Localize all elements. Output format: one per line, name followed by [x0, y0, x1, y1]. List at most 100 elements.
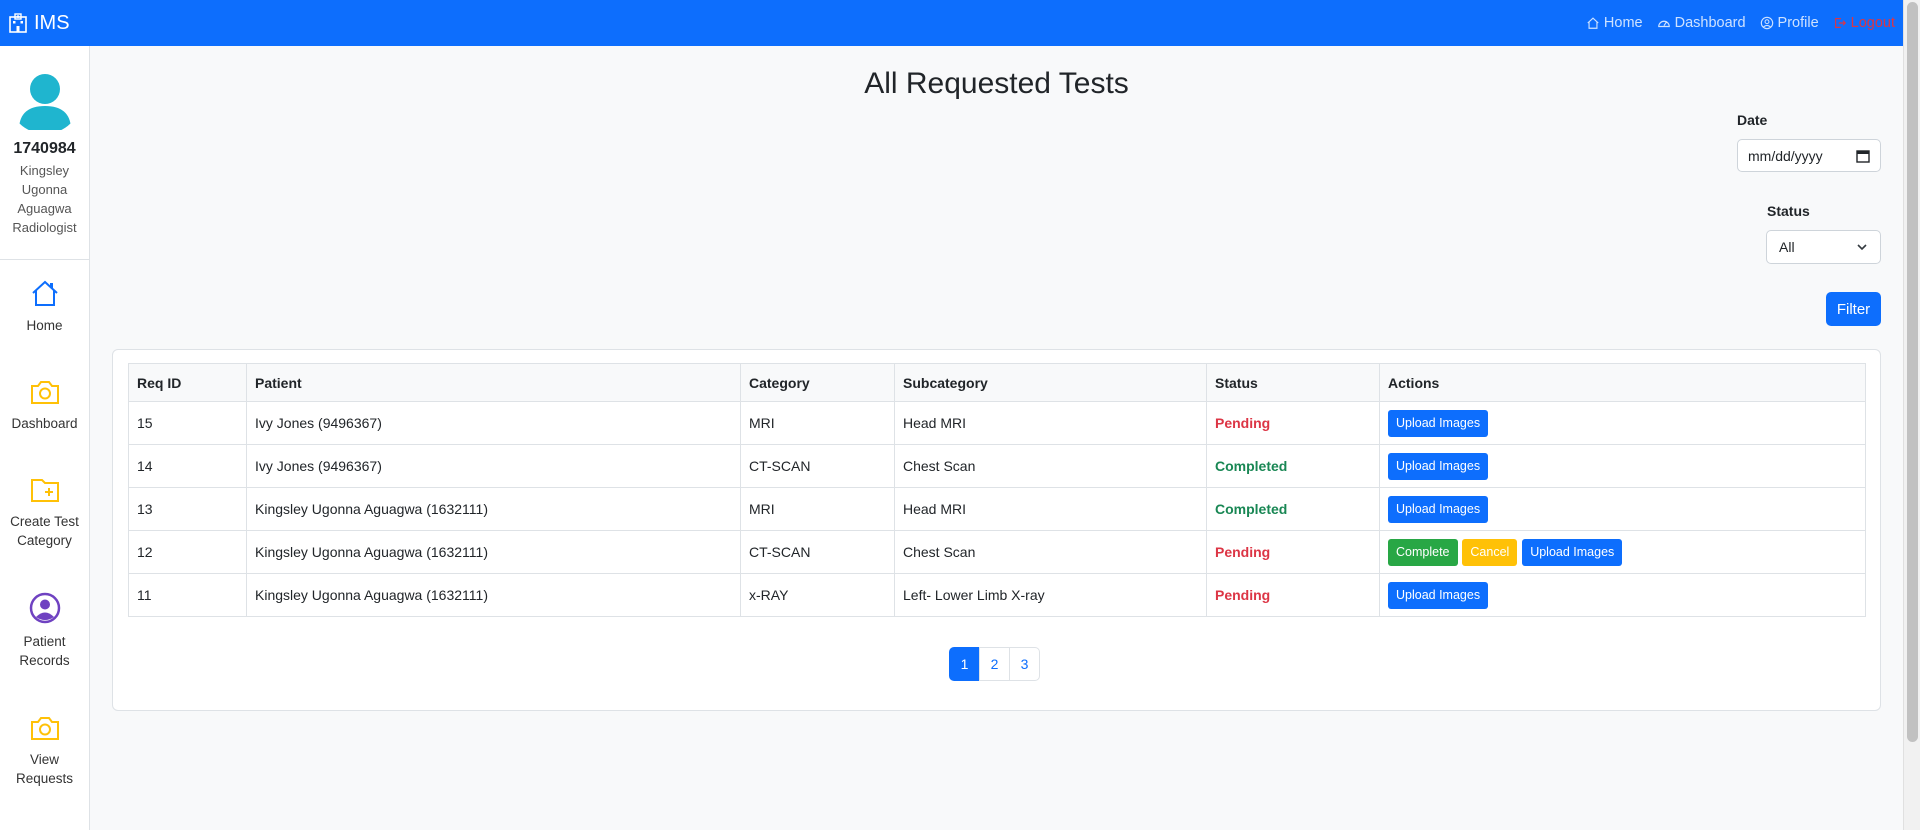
page-2-button[interactable]: 2: [979, 647, 1010, 681]
patient-cell: Kingsley Ugonna Aguagwa (1632111): [246, 530, 741, 574]
upload-images-button[interactable]: Upload Images: [1388, 581, 1489, 609]
complete-button[interactable]: Complete: [1388, 538, 1458, 566]
sidebar-item-label: Dashboard: [11, 416, 78, 431]
user-id: 1740984: [13, 140, 76, 157]
pagination: 1 2 3: [949, 647, 1040, 681]
status-cell: Pending: [1206, 401, 1380, 445]
person-circle-icon: [29, 592, 60, 624]
sidebar-item-view-requests[interactable]: View Requests: [0, 714, 89, 788]
requests-card: Req ID Patient Category Subcategory Stat…: [112, 349, 1881, 711]
brand-name: IMS: [34, 11, 70, 34]
req-id-cell: 13: [128, 487, 247, 531]
table-row: 15 Ivy Jones (9496367) MRI Head MRI Pend…: [128, 401, 1866, 445]
page-title: All Requested Tests: [864, 67, 1129, 100]
nav-logout-link[interactable]: Logout: [1833, 15, 1895, 31]
subcategory-cell: Chest Scan: [894, 530, 1207, 574]
table-header-row: Req ID Patient Category Subcategory Stat…: [128, 363, 1866, 402]
sidebar-item-patient-records[interactable]: Patient Records: [0, 592, 89, 670]
nav-home-link[interactable]: Home: [1586, 15, 1643, 31]
nav-home-label: Home: [1603, 15, 1643, 31]
req-id-cell: 14: [128, 444, 247, 488]
category-cell: CT-SCAN: [740, 444, 895, 488]
status-cell: Pending: [1206, 573, 1380, 617]
status-cell: Completed: [1206, 444, 1380, 488]
sidebar-item-label: Patient Records: [19, 634, 70, 668]
status-cell: Completed: [1206, 487, 1380, 531]
category-cell: MRI: [740, 401, 895, 445]
actions-cell: Upload Images: [1379, 401, 1866, 445]
chevron-down-icon: [1857, 244, 1867, 251]
actions-cell: Upload Images: [1379, 487, 1866, 531]
sidebar-item-label: Home: [26, 318, 63, 333]
cancel-button[interactable]: Cancel: [1462, 538, 1518, 566]
subcategory-cell: Head MRI: [894, 487, 1207, 531]
table-row: 11 Kingsley Ugonna Aguagwa (1632111) x-R…: [128, 573, 1866, 617]
sidebar-item-label: View Requests: [15, 752, 74, 786]
filter-button[interactable]: Filter: [1826, 292, 1881, 326]
upload-images-button[interactable]: Upload Images: [1388, 452, 1489, 480]
req-id-cell: 11: [128, 573, 247, 617]
column-header: Actions: [1379, 363, 1866, 402]
req-id-cell: 15: [128, 401, 247, 445]
upload-images-button[interactable]: Upload Images: [1388, 495, 1489, 523]
house-icon: [1587, 17, 1599, 29]
subcategory-cell: Head MRI: [894, 401, 1207, 445]
upload-images-button[interactable]: Upload Images: [1522, 538, 1623, 566]
sidebar-item-label: Create Test Category: [10, 514, 79, 548]
column-header: Status: [1206, 363, 1380, 402]
nav-dashboard-link[interactable]: Dashboard: [1657, 15, 1746, 31]
status-select-value: All: [1779, 239, 1795, 255]
nav-logout-label: Logout: [1850, 15, 1895, 31]
status-select[interactable]: All: [1766, 230, 1881, 264]
status-cell: Pending: [1206, 530, 1380, 574]
user-name: Kingsley Ugonna Aguagwa: [17, 163, 72, 216]
person-circle-icon: [1760, 16, 1773, 30]
status-label: Status: [1767, 203, 1810, 219]
user-avatar-icon: [18, 74, 71, 130]
actions-cell: Upload Images: [1379, 573, 1866, 617]
scrollbar-thumb[interactable]: [1907, 2, 1918, 742]
table-row: 14 Ivy Jones (9496367) CT-SCAN Chest Sca…: [128, 444, 1866, 488]
house-icon: [31, 280, 58, 306]
hospital-icon: [9, 13, 27, 33]
column-header: Category: [740, 363, 895, 402]
logout-icon: [1834, 18, 1846, 28]
top-navbar: IMS Home Dashboard Profile Logout: [0, 0, 1903, 46]
user-profile: 1740984 Kingsley Ugonna Aguagwa Radiolog…: [0, 46, 89, 260]
subcategory-cell: Left- Lower Limb X-ray: [894, 573, 1207, 617]
sidebar-item-create-test-category[interactable]: Create Test Category: [0, 476, 89, 550]
sidebar-item-dashboard[interactable]: Dashboard: [0, 378, 89, 433]
category-cell: CT-SCAN: [740, 530, 895, 574]
folder-plus-icon: [30, 479, 59, 502]
column-header: Subcategory: [894, 363, 1207, 402]
date-placeholder: mm/dd/yyyy: [1748, 147, 1823, 164]
nav-profile-link[interactable]: Profile: [1760, 15, 1819, 31]
table-row: 12 Kingsley Ugonna Aguagwa (1632111) CT-…: [128, 530, 1866, 574]
calendar-icon[interactable]: [1856, 149, 1870, 163]
camera-icon: [30, 717, 59, 740]
column-header: Req ID: [128, 363, 247, 402]
column-header: Patient: [246, 363, 741, 402]
nav-dashboard-label: Dashboard: [1674, 15, 1746, 31]
speedometer-icon: [1657, 20, 1670, 28]
category-cell: MRI: [740, 487, 895, 531]
page-scrollbar[interactable]: [1903, 0, 1920, 830]
brand[interactable]: IMS: [8, 12, 70, 35]
date-input[interactable]: mm/dd/yyyy: [1737, 139, 1881, 172]
category-cell: x-RAY: [740, 573, 895, 617]
page-3-button[interactable]: 3: [1009, 647, 1040, 681]
table-row: 13 Kingsley Ugonna Aguagwa (1632111) MRI…: [128, 487, 1866, 531]
user-role: Radiologist: [12, 220, 77, 235]
req-id-cell: 12: [128, 530, 247, 574]
actions-cell: Upload Images: [1379, 444, 1866, 488]
page-1-button[interactable]: 1: [949, 647, 980, 681]
actions-cell: Complete Cancel Upload Images: [1379, 530, 1866, 574]
subcategory-cell: Chest Scan: [894, 444, 1207, 488]
upload-images-button[interactable]: Upload Images: [1388, 409, 1489, 437]
nav-profile-label: Profile: [1777, 15, 1819, 31]
patient-cell: Ivy Jones (9496367): [246, 444, 741, 488]
sidebar-item-home[interactable]: Home: [0, 278, 89, 335]
nav-links: Home Dashboard Profile Logout: [1586, 15, 1895, 31]
sidebar: 1740984 Kingsley Ugonna Aguagwa Radiolog…: [0, 46, 90, 830]
camera-icon: [30, 381, 59, 404]
